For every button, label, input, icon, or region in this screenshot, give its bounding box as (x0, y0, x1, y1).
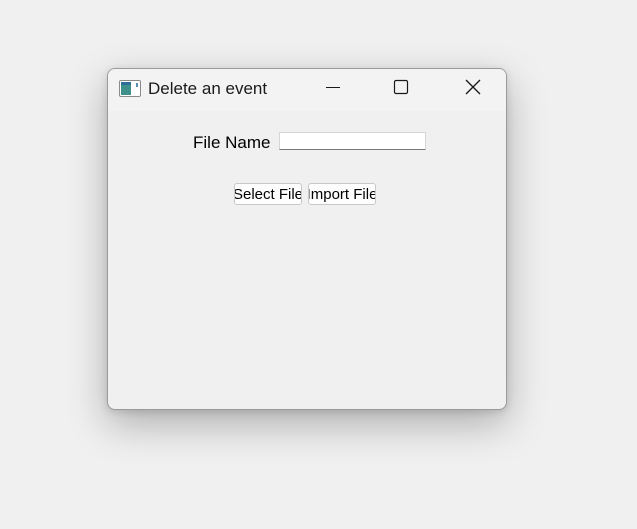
import-file-button[interactable]: Import File (308, 183, 376, 205)
window-title: Delete an event (148, 79, 268, 98)
close-icon (464, 78, 482, 101)
maximize-icon (393, 79, 409, 100)
app-window-icon (119, 80, 141, 97)
dialog-content: File Name Select File Import File (108, 111, 506, 409)
select-file-button[interactable]: Select File (234, 183, 302, 205)
dialog-window: Delete an event File Name Select File Im… (107, 68, 507, 410)
close-button[interactable] (450, 69, 496, 109)
minimize-icon (325, 79, 341, 100)
maximize-button[interactable] (378, 69, 424, 109)
file-name-input[interactable] (279, 132, 426, 150)
file-name-label: File Name (193, 133, 271, 152)
title-bar[interactable]: Delete an event (108, 69, 506, 111)
minimize-button[interactable] (310, 69, 356, 109)
